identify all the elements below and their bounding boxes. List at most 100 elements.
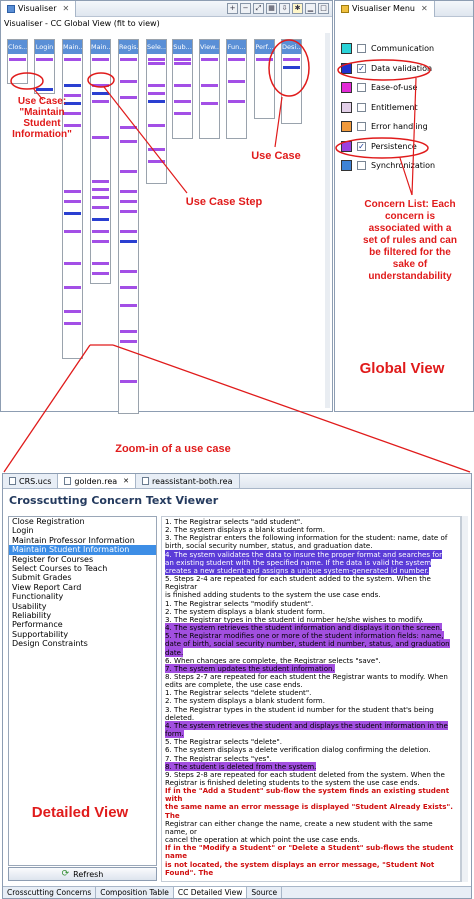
use-case-step-mark[interactable] <box>148 100 165 103</box>
use-case-step-mark[interactable] <box>92 100 109 103</box>
use-case-column[interactable]: Fun... <box>226 39 247 139</box>
use-case-step-mark[interactable] <box>36 58 53 61</box>
use-case-step-mark[interactable] <box>92 206 109 209</box>
use-case-step-mark[interactable] <box>120 286 137 289</box>
use-case-step-mark[interactable] <box>120 96 137 99</box>
use-case-step-mark[interactable] <box>92 84 109 87</box>
use-case-step-mark[interactable] <box>64 322 81 325</box>
use-case-step-mark[interactable] <box>64 212 81 215</box>
zoom-in-icon[interactable]: + <box>227 3 238 14</box>
refresh-button[interactable]: ⟳ Refresh <box>8 867 157 881</box>
use-case-list-item[interactable]: Design Constraints <box>9 639 156 648</box>
use-case-step-mark[interactable] <box>201 84 218 87</box>
use-case-step-mark[interactable] <box>201 58 218 61</box>
use-case-step-mark[interactable] <box>120 200 137 203</box>
visualiser-tab[interactable]: Visualiser ✕ <box>1 0 77 17</box>
concern-row[interactable]: Entitlement <box>335 98 473 118</box>
concern-checkbox[interactable] <box>357 122 366 132</box>
use-case-step-mark[interactable] <box>120 190 137 193</box>
concern-row[interactable]: Ease-of-use <box>335 78 473 98</box>
editor-tab-crs[interactable]: CRS.ucs <box>3 474 59 488</box>
zoom-out-icon[interactable]: − <box>240 3 251 14</box>
close-icon[interactable]: ✕ <box>421 4 428 13</box>
use-case-column[interactable]: Clos... <box>7 39 28 84</box>
use-case-step-mark[interactable] <box>64 262 81 265</box>
use-case-step-mark[interactable] <box>283 58 300 61</box>
use-case-column[interactable]: Sele... <box>146 39 167 184</box>
use-case-step-mark[interactable] <box>120 140 137 143</box>
use-case-list-item[interactable]: Maintain Professor Information <box>9 536 156 545</box>
use-case-step-mark[interactable] <box>120 170 137 173</box>
use-case-step-mark[interactable] <box>256 58 273 61</box>
vertical-scrollbar[interactable] <box>325 33 330 408</box>
use-case-step-mark[interactable] <box>92 92 109 95</box>
use-case-step-mark[interactable] <box>92 240 109 243</box>
use-case-step-mark[interactable] <box>201 102 218 105</box>
use-case-step-mark[interactable] <box>9 58 26 61</box>
use-case-step-mark[interactable] <box>36 88 53 91</box>
use-case-step-mark[interactable] <box>228 58 245 61</box>
use-case-step-mark[interactable] <box>148 58 165 61</box>
use-case-step-mark[interactable] <box>64 84 81 87</box>
use-case-step-mark[interactable] <box>92 136 109 139</box>
use-case-step-mark[interactable] <box>92 188 109 191</box>
use-case-list-item[interactable]: Reliability <box>9 611 156 620</box>
bottom-tab-cc-detailed-view[interactable]: CC Detailed View <box>173 887 248 898</box>
use-case-step-mark[interactable] <box>92 180 109 183</box>
use-case-step-mark[interactable] <box>64 286 81 289</box>
use-case-step-mark[interactable] <box>148 148 165 151</box>
close-icon[interactable]: ✕ <box>62 4 69 13</box>
use-case-step-mark[interactable] <box>148 84 165 87</box>
visualiser-menu-tab[interactable]: Visualiser Menu ✕ <box>335 0 435 17</box>
use-case-list-item[interactable]: Close Registration <box>9 517 156 526</box>
bottom-tab-source[interactable]: Source <box>247 887 283 898</box>
use-case-step-mark[interactable] <box>120 240 137 243</box>
use-case-step-mark[interactable] <box>120 230 137 233</box>
concern-row[interactable]: Communication <box>335 39 473 59</box>
use-case-step-mark[interactable] <box>92 218 109 221</box>
concern-row[interactable]: ✓ Persistence <box>335 137 473 157</box>
use-case-step-mark[interactable] <box>64 190 81 193</box>
use-case-step-mark[interactable] <box>92 196 109 199</box>
use-case-step-mark[interactable] <box>174 112 191 115</box>
concern-checkbox[interactable] <box>357 44 366 54</box>
concern-row[interactable]: Synchronization <box>335 156 473 176</box>
use-case-step-mark[interactable] <box>148 62 165 65</box>
use-case-step-mark[interactable] <box>120 126 137 129</box>
concern-checkbox[interactable] <box>357 161 366 171</box>
use-case-step-mark[interactable] <box>120 80 137 83</box>
use-case-step-mark[interactable] <box>64 58 81 61</box>
export-icon[interactable]: ⇩ <box>279 3 290 14</box>
editor-tab-reassistant[interactable]: reassistant-both.rea <box>136 474 240 488</box>
use-case-step-mark[interactable] <box>120 340 137 343</box>
bottom-tab-composition-table[interactable]: Composition Table <box>96 887 174 898</box>
minimize-icon[interactable]: ▁ <box>305 3 316 14</box>
concern-row[interactable]: ✓ Data validation <box>335 59 473 79</box>
use-case-step-mark[interactable] <box>92 230 109 233</box>
use-case-column[interactable]: View... <box>199 39 220 139</box>
use-case-step-mark[interactable] <box>174 100 191 103</box>
bottom-tab-crosscutting-concerns[interactable]: Crosscutting Concerns <box>3 887 97 898</box>
use-case-step-mark[interactable] <box>120 210 137 213</box>
use-case-column[interactable]: Perf... <box>254 39 275 119</box>
use-case-column[interactable]: Regis... <box>118 39 139 414</box>
use-case-step-mark[interactable] <box>148 124 165 127</box>
use-case-step-mark[interactable] <box>120 58 137 61</box>
use-case-list-item[interactable]: Supportability <box>9 630 156 639</box>
text-scrollbar[interactable] <box>461 516 468 882</box>
use-case-step-mark[interactable] <box>174 84 191 87</box>
use-case-step-mark[interactable] <box>174 58 191 61</box>
maximize-icon[interactable]: □ <box>318 3 329 14</box>
concern-checkbox[interactable] <box>357 83 366 93</box>
use-case-step-mark[interactable] <box>148 160 165 163</box>
use-case-list-item[interactable]: Register for Courses <box>9 555 156 564</box>
close-icon[interactable]: ✕ <box>123 477 129 485</box>
concern-checkbox[interactable]: ✓ <box>357 141 366 151</box>
use-case-column[interactable]: Sub... <box>172 39 193 139</box>
use-case-list-item[interactable]: Functionality <box>9 592 156 601</box>
use-case-step-mark[interactable] <box>174 62 191 65</box>
use-case-list-item[interactable]: Select Courses to Teach <box>9 564 156 573</box>
use-case-list-item[interactable]: Maintain Student Information <box>9 545 156 555</box>
lightbulb-icon[interactable]: ✱ <box>292 3 303 14</box>
use-case-list-item[interactable]: Login <box>9 526 156 535</box>
